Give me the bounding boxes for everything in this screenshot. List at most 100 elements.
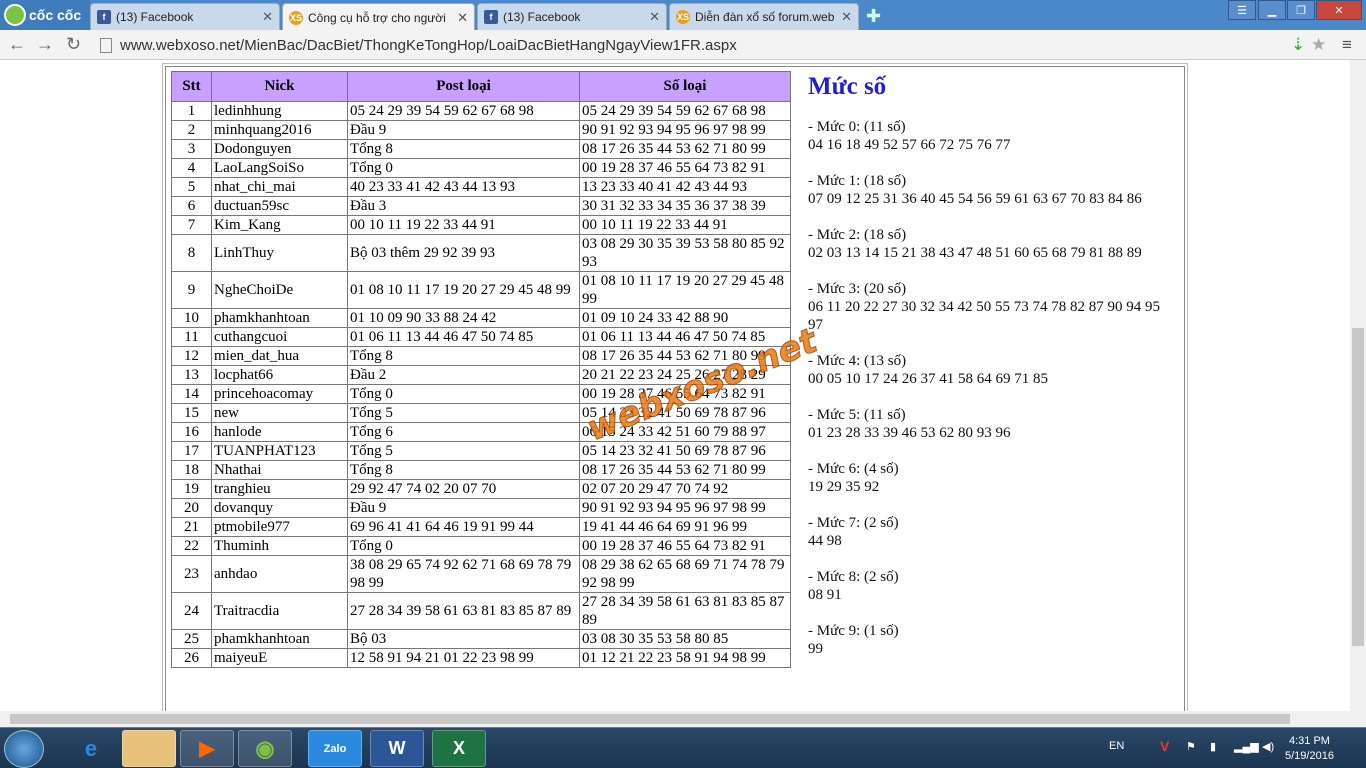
brand-label: cốc cốc — [29, 7, 82, 23]
cell-stt: 12 — [171, 346, 212, 366]
clock[interactable]: 4:31 PM 5/19/2016 — [1285, 734, 1334, 764]
coccoc-icon[interactable]: ◉ — [238, 730, 292, 767]
forward-icon[interactable]: → — [36, 34, 54, 55]
muc-level: - Mức 8: (2 số) 08 91 — [808, 568, 1178, 604]
header-nick: Nick — [211, 71, 348, 102]
download-icon[interactable]: ⇣ — [1291, 35, 1305, 55]
cell-post-loai: Bộ 03 thêm 29 92 39 93 — [347, 234, 580, 272]
muc-so-title: Mức số — [808, 73, 887, 100]
muc-level-label: - Mức 5: (11 số) — [808, 407, 906, 423]
cell-post-loai: 01 10 09 90 33 88 24 42 — [347, 308, 580, 328]
close-icon[interactable]: ✕ — [649, 9, 660, 25]
new-tab-icon[interactable]: ✚ — [866, 6, 881, 27]
cell-stt: 26 — [171, 648, 212, 668]
explorer-icon[interactable] — [122, 730, 176, 767]
cell-stt: 1 — [171, 101, 212, 121]
cell-nick: mien_dat_hua — [211, 346, 348, 366]
cell-so-loai: 27 28 34 39 58 61 63 81 83 85 87 89 — [579, 592, 791, 630]
antivirus-icon[interactable]: V — [1160, 738, 1169, 754]
cell-so-loai: 05 24 29 39 54 59 62 67 68 98 — [579, 101, 791, 121]
browser-toolbar: ← → ↻ www.webxoso.net/MienBac/DacBiet/Th… — [0, 30, 1366, 60]
muc-level-numbers: 08 91 — [808, 587, 842, 603]
cell-post-loai: 00 10 11 19 22 33 44 91 — [347, 215, 580, 235]
cell-stt: 18 — [171, 460, 212, 480]
bookmark-star-icon[interactable]: ★ — [1311, 35, 1326, 55]
table-row: 3 Dodonguyen Tổng 8 08 17 26 35 44 53 62 71… — [171, 139, 791, 159]
coccoc-logo[interactable]: cốc cốc — [0, 0, 90, 30]
excel-icon[interactable]: X — [432, 730, 486, 767]
cell-post-loai: 12 58 91 94 21 01 22 23 98 99 — [347, 648, 580, 668]
cell-nick: tranghieu — [211, 479, 348, 499]
cell-so-loai: 08 29 38 62 65 68 69 71 74 78 79 92 98 9… — [579, 555, 791, 593]
cell-nick: maiyeuE — [211, 648, 348, 668]
cell-post-loai: Đầu 3 — [347, 196, 580, 216]
back-icon[interactable]: ← — [8, 34, 26, 55]
signal-icon[interactable]: ▂▄▆ — [1234, 740, 1259, 753]
cell-stt: 4 — [171, 158, 212, 178]
table-row: 18 Nhathai Tổng 8 08 17 26 35 44 53 62 71 8… — [171, 460, 791, 480]
tab-dien-dan[interactable]: XS Diễn đàn xổ số forum.web ✕ — [669, 3, 859, 30]
battery-icon[interactable]: ▮ — [1210, 740, 1216, 753]
minimize-icon[interactable]: ▁ — [1258, 0, 1286, 20]
volume-icon[interactable]: ◀) — [1262, 740, 1274, 753]
page-viewport: Stt Nick Post loại Số loại 1 ledinhhung 05… — [0, 60, 1350, 711]
url-text: www.webxoso.net/MienBac/DacBiet/ThongKeT… — [120, 36, 737, 54]
table-row: 20 dovanquy Đầu 9 90 91 92 93 94 95 96 97 9… — [171, 498, 791, 518]
restore-icon[interactable]: ❐ — [1287, 0, 1315, 20]
table-row: 16 hanlode Tổng 6 06 15 24 33 42 51 60 79 8… — [171, 422, 791, 442]
muc-level: - Mức 7: (2 số) 44 98 — [808, 514, 1178, 550]
muc-level-label: - Mức 3: (20 số) — [808, 281, 907, 297]
tab-cong-cu[interactable]: XS Công cụ hỗ trợ cho người ✕ — [282, 3, 475, 31]
close-icon[interactable]: ✕ — [841, 9, 852, 25]
close-icon[interactable]: ✕ — [457, 10, 468, 26]
start-button[interactable] — [4, 730, 44, 768]
ie-icon[interactable]: e — [64, 730, 118, 767]
muc-level-numbers: 04 16 18 49 52 57 66 72 75 76 77 — [808, 137, 1011, 153]
cell-post-loai: 29 92 47 74 02 20 07 70 — [347, 479, 580, 499]
tab-facebook-1[interactable]: f (13) Facebook ✕ — [90, 3, 280, 30]
cell-so-loai: 30 31 32 33 34 35 36 37 38 39 — [579, 196, 791, 216]
cell-post-loai: Đầu 9 — [347, 120, 580, 140]
cell-stt: 15 — [171, 403, 212, 423]
table-row: 26 maiyeuE 12 58 91 94 21 01 22 23 98 99 01… — [171, 648, 791, 668]
muc-level: - Mức 3: (20 số) 06 11 20 22 27 30 32 34 … — [808, 280, 1178, 334]
scroll-thumb[interactable] — [1352, 328, 1364, 646]
word-icon[interactable]: W — [370, 730, 424, 767]
cell-so-loai: 00 10 11 19 22 33 44 91 — [579, 215, 791, 235]
xs-icon: XS — [289, 10, 303, 25]
menu-hamburger-icon[interactable]: ≡ — [1342, 35, 1352, 55]
muc-level-label: - Mức 6: (4 số) — [808, 461, 899, 477]
language-indicator[interactable]: EN — [1109, 740, 1124, 752]
address-bar[interactable]: www.webxoso.net/MienBac/DacBiet/ThongKeT… — [96, 33, 1284, 57]
cell-so-loai: 03 08 29 30 35 39 53 58 80 85 92 93 — [579, 234, 791, 272]
zalo-icon[interactable]: Zalo — [308, 730, 362, 767]
cell-so-loai: 08 17 26 35 44 53 62 71 80 99 — [579, 460, 791, 480]
table-row: 9 NgheChoiDe 01 08 10 11 17 19 20 27 29 45… — [171, 271, 791, 309]
facebook-icon: f — [97, 10, 111, 24]
cell-post-loai: Tổng 5 — [347, 403, 580, 423]
flag-icon[interactable]: ⚑ — [1186, 740, 1196, 753]
vertical-scrollbar[interactable] — [1350, 60, 1366, 711]
cell-post-loai: Đầu 9 — [347, 498, 580, 518]
table-row: 2 minhquang2016 Đầu 9 90 91 92 93 94 95 96 … — [171, 120, 791, 140]
media-player-icon[interactable]: ▶ — [180, 730, 234, 767]
close-window-icon[interactable]: ✕ — [1316, 0, 1362, 20]
cell-nick: TUANPHAT123 — [211, 441, 348, 461]
table-row: 5 nhat_chi_mai 40 23 33 41 42 43 44 13 93 1… — [171, 177, 791, 197]
cell-stt: 9 — [171, 271, 212, 309]
horizontal-scrollbar[interactable] — [0, 711, 1366, 727]
muc-level-label: - Mức 2: (18 số) — [808, 227, 907, 243]
cell-post-loai: 69 96 41 41 64 46 19 91 99 44 — [347, 517, 580, 537]
cell-stt: 24 — [171, 592, 212, 630]
table-row: 22 Thuminh Tổng 0 00 19 28 37 46 55 64 73 8… — [171, 536, 791, 556]
cell-so-loai: 01 12 21 22 23 58 91 94 98 99 — [579, 648, 791, 668]
scroll-thumb[interactable] — [10, 714, 1290, 724]
reload-icon[interactable]: ↻ — [66, 34, 81, 55]
muc-level-label: - Mức 7: (2 số) — [808, 515, 899, 531]
close-icon[interactable]: ✕ — [262, 9, 273, 25]
cell-nick: Traitracdia — [211, 592, 348, 630]
cell-stt: 2 — [171, 120, 212, 140]
tab-facebook-2[interactable]: f (13) Facebook ✕ — [477, 3, 667, 30]
cell-post-loai: 01 08 10 11 17 19 20 27 29 45 48 99 — [347, 271, 580, 309]
menu-icon[interactable]: ☰ — [1228, 0, 1256, 20]
